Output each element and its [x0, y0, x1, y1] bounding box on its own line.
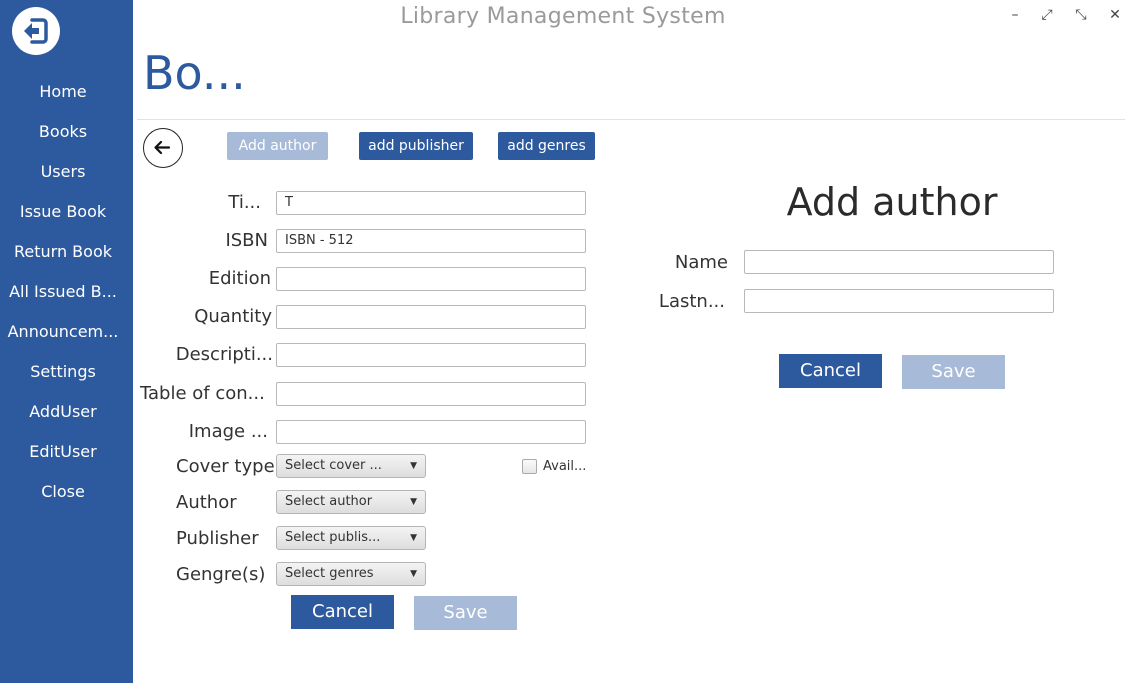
chevron-down-icon: ▼ — [410, 569, 417, 579]
window-title: Library Management System — [400, 4, 726, 29]
add-author-button[interactable]: Add author — [227, 132, 328, 160]
genres-label: Gengre(s) — [176, 564, 266, 585]
isbn-label: ISBN — [225, 230, 268, 251]
logout-icon — [24, 18, 48, 44]
genres-select-value: Select genres — [285, 566, 374, 581]
author-select[interactable]: Select author ▼ — [276, 490, 426, 514]
minimize-icon[interactable]: – — [1006, 6, 1024, 24]
genres-select[interactable]: Select genres ▼ — [276, 562, 426, 586]
cover-type-select-value: Select cover ... — [285, 458, 382, 473]
logout-button[interactable] — [12, 7, 60, 55]
header-divider — [137, 119, 1125, 120]
author-cancel-button[interactable]: Cancel — [779, 354, 882, 388]
sidebar-item-close[interactable]: Close — [0, 474, 126, 510]
sidebar-item-return-book[interactable]: Return Book — [0, 234, 126, 270]
add-author-title: Add author — [786, 180, 998, 224]
author-select-value: Select author — [285, 494, 373, 509]
image-label: Image ... — [188, 421, 268, 442]
add-publisher-button[interactable]: add publisher — [359, 132, 473, 160]
book-save-button[interactable]: Save — [414, 596, 517, 630]
author-name-field[interactable] — [744, 250, 1054, 274]
sidebar: Home Books Users Issue Book Return Book … — [0, 0, 133, 683]
sidebar-item-settings[interactable]: Settings — [0, 354, 126, 390]
quantity-field[interactable] — [276, 305, 586, 329]
chevron-down-icon: ▼ — [410, 461, 417, 471]
author-lastname-label: Lastn... — [658, 291, 725, 312]
cover-type-label: Cover type — [176, 456, 275, 477]
arrow-left-icon — [154, 140, 171, 155]
sidebar-item-all-issued-books[interactable]: All Issued B... — [0, 274, 126, 310]
available-label: Avail... — [543, 459, 587, 474]
close-icon[interactable]: ✕ — [1106, 6, 1124, 24]
back-button[interactable] — [143, 128, 183, 168]
add-genres-button[interactable]: add genres — [498, 132, 595, 160]
cover-type-select[interactable]: Select cover ... ▼ — [276, 454, 426, 478]
sidebar-item-home[interactable]: Home — [0, 74, 126, 110]
chevron-down-icon: ▼ — [410, 533, 417, 543]
description-field[interactable] — [276, 343, 586, 367]
sidebar-item-books[interactable]: Books — [0, 114, 126, 150]
publisher-select-value: Select publis... — [285, 530, 381, 545]
compact-icon[interactable]: ⤡ — [1072, 6, 1090, 24]
title-field[interactable]: T — [276, 191, 586, 215]
publisher-label: Publisher — [176, 528, 259, 549]
author-name-label: Name — [674, 252, 728, 273]
toc-field[interactable] — [276, 382, 586, 406]
sidebar-item-users[interactable]: Users — [0, 154, 126, 190]
sidebar-item-issue-book[interactable]: Issue Book — [0, 194, 126, 230]
edition-field[interactable] — [276, 267, 586, 291]
edition-label: Edition — [208, 268, 271, 289]
restore-icon[interactable]: ⤢ — [1038, 6, 1056, 24]
image-field[interactable] — [276, 420, 586, 444]
sidebar-item-edit-user[interactable]: EditUser — [0, 434, 126, 470]
book-cancel-button[interactable]: Cancel — [291, 595, 394, 629]
publisher-select[interactable]: Select publis... ▼ — [276, 526, 426, 550]
sidebar-item-add-user[interactable]: AddUser — [0, 394, 126, 430]
chevron-down-icon: ▼ — [410, 497, 417, 507]
author-lastname-field[interactable] — [744, 289, 1054, 313]
description-label: Descripti... — [175, 344, 273, 365]
author-save-button[interactable]: Save — [902, 355, 1005, 389]
isbn-field[interactable]: ISBN - 512 — [276, 229, 586, 253]
page-title: Bo... — [143, 46, 246, 100]
available-checkbox[interactable] — [522, 459, 537, 474]
sidebar-item-announcements[interactable]: Announcem... — [0, 314, 126, 350]
quantity-label: Quantity — [194, 306, 272, 327]
title-label: Ti... — [228, 192, 261, 213]
toc-label: Table of con... — [140, 383, 265, 404]
author-label: Author — [176, 492, 237, 513]
